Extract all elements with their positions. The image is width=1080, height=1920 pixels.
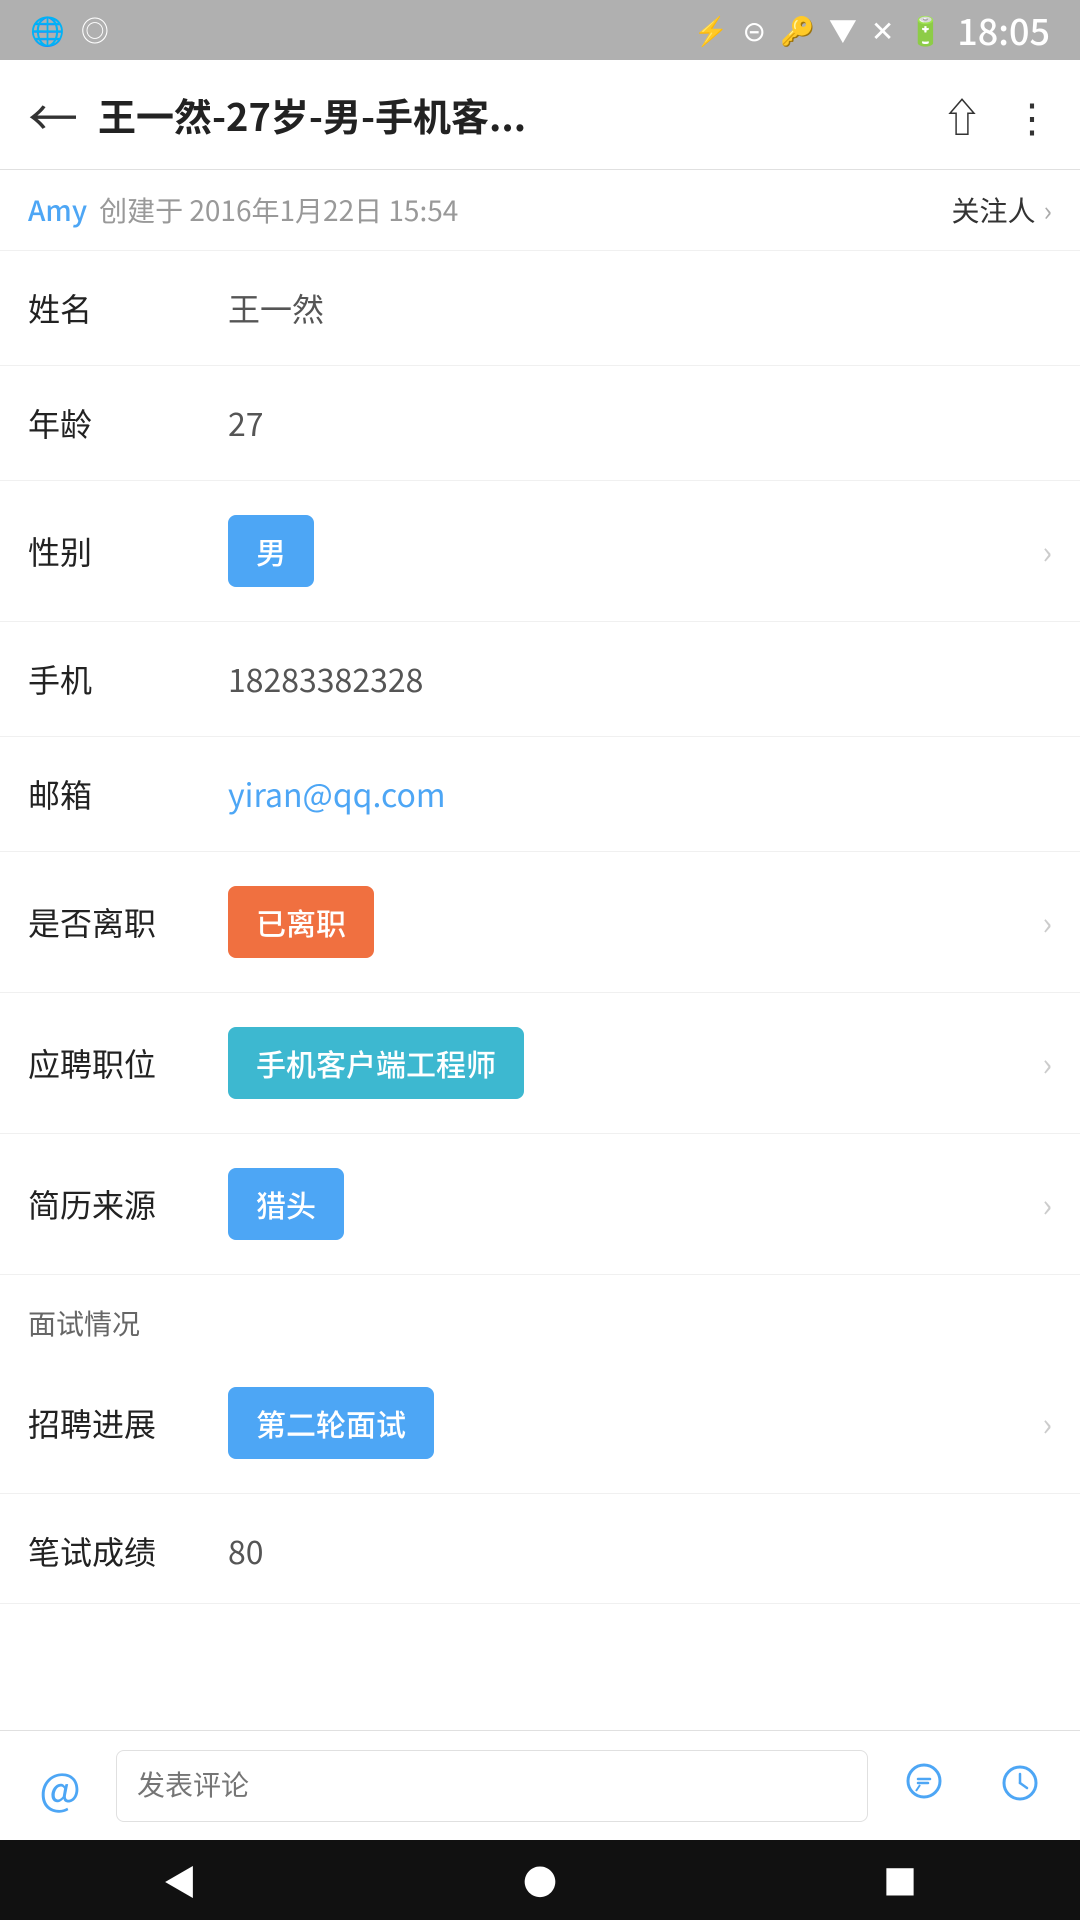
position-chevron-icon: ›: [1042, 1040, 1052, 1086]
nav-back-button[interactable]: ◀: [163, 1856, 197, 1905]
label-written-score: 笔试成绩: [28, 1528, 228, 1574]
battery-icon: 🔋: [908, 10, 943, 50]
follow-button[interactable]: 关注人 ›: [952, 190, 1052, 230]
label-position: 应聘职位: [28, 1040, 228, 1086]
meta-author[interactable]: Amy: [28, 190, 87, 230]
label-name: 姓名: [28, 285, 228, 331]
clock-icon-button[interactable]: [980, 1754, 1060, 1818]
email-link[interactable]: yiran@qq.com: [228, 771, 446, 817]
field-name: 姓名 王一然: [0, 251, 1080, 366]
dnd-icon: ⊝: [742, 10, 765, 50]
more-button[interactable]: ⋮: [1012, 86, 1052, 144]
status-bar: 🌐 ◎ ⚡ ⊝ 🔑 ▼ ✕ 🔋 18:05: [0, 0, 1080, 60]
nav-recent-button[interactable]: ■: [883, 1856, 917, 1905]
status-time: 18:05: [957, 4, 1050, 56]
label-resigned: 是否离职: [28, 899, 228, 945]
meta-left: Amy 创建于 2016年1月22日 15:54: [28, 190, 458, 230]
bottom-bar: @: [0, 1730, 1080, 1840]
field-resume-source[interactable]: 简历来源 猎头 ›: [0, 1134, 1080, 1275]
resume-source-chevron-icon: ›: [1042, 1181, 1052, 1227]
signal-icon: ◎: [81, 10, 109, 50]
label-age: 年龄: [28, 400, 228, 446]
nosim-icon: ✕: [871, 10, 894, 50]
value-resigned: 已离职: [228, 886, 1042, 958]
value-email[interactable]: yiran@qq.com: [228, 771, 1052, 817]
resigned-chevron-icon: ›: [1042, 899, 1052, 945]
signal2-icon: ▼: [829, 10, 857, 50]
android-nav-bar: ◀ ● ■: [0, 1840, 1080, 1920]
status-bar-right-icons: ⚡ ⊝ 🔑 ▼ ✕ 🔋 18:05: [694, 4, 1050, 56]
app-bar-actions: ⇧ ⋮: [942, 86, 1052, 144]
comment-icon-button[interactable]: [884, 1754, 964, 1818]
field-written-score: 笔试成绩 80: [0, 1494, 1080, 1604]
nav-home-button[interactable]: ●: [523, 1856, 557, 1905]
label-resume-source: 简历来源: [28, 1181, 228, 1227]
value-position: 手机客户端工程师: [228, 1027, 1042, 1099]
key-icon: 🔑: [780, 10, 815, 50]
comment-input[interactable]: [116, 1750, 868, 1822]
at-button[interactable]: @: [20, 1754, 100, 1818]
bluetooth-icon: ⚡: [694, 10, 729, 50]
value-phone: 18283382328: [228, 656, 1052, 702]
field-resigned[interactable]: 是否离职 已离职 ›: [0, 852, 1080, 993]
value-written-score: 80: [228, 1528, 1052, 1574]
back-button[interactable]: ←: [28, 90, 78, 140]
section-interview: 面试情况: [0, 1275, 1080, 1353]
section-interview-label: 面试情况: [28, 1303, 140, 1343]
resigned-tag[interactable]: 已离职: [228, 886, 374, 958]
value-recruit-progress: 第二轮面试: [228, 1387, 1042, 1459]
follow-label: 关注人: [952, 190, 1036, 230]
field-position[interactable]: 应聘职位 手机客户端工程师 ›: [0, 993, 1080, 1134]
gender-chevron-icon: ›: [1042, 528, 1052, 574]
page-title: 王一然-27岁-男-手机客...: [98, 87, 942, 142]
label-phone: 手机: [28, 656, 228, 702]
field-phone: 手机 18283382328: [0, 622, 1080, 737]
field-email: 邮箱 yiran@qq.com: [0, 737, 1080, 852]
recruit-progress-chevron-icon: ›: [1042, 1400, 1052, 1446]
label-gender: 性别: [28, 528, 228, 574]
value-age: 27: [228, 400, 1052, 446]
recruit-progress-tag[interactable]: 第二轮面试: [228, 1387, 434, 1459]
field-age: 年龄 27: [0, 366, 1080, 481]
field-recruit-progress[interactable]: 招聘进展 第二轮面试 ›: [0, 1353, 1080, 1494]
value-resume-source: 猎头: [228, 1168, 1042, 1240]
resume-source-tag[interactable]: 猎头: [228, 1168, 344, 1240]
meta-row: Amy 创建于 2016年1月22日 15:54 关注人 ›: [0, 170, 1080, 251]
wifi-icon: 🌐: [30, 10, 65, 50]
status-bar-left-icons: 🌐 ◎: [30, 10, 109, 50]
field-gender[interactable]: 性别 男 ›: [0, 481, 1080, 622]
label-email: 邮箱: [28, 771, 228, 817]
value-gender: 男: [228, 515, 1042, 587]
value-name: 王一然: [228, 285, 1052, 331]
share-button[interactable]: ⇧: [942, 86, 982, 144]
follow-chevron-icon: ›: [1044, 190, 1052, 230]
app-bar: ← 王一然-27岁-男-手机客... ⇧ ⋮: [0, 60, 1080, 170]
meta-date: 创建于 2016年1月22日 15:54: [99, 190, 458, 230]
gender-tag[interactable]: 男: [228, 515, 314, 587]
position-tag[interactable]: 手机客户端工程师: [228, 1027, 524, 1099]
label-recruit-progress: 招聘进展: [28, 1400, 228, 1446]
